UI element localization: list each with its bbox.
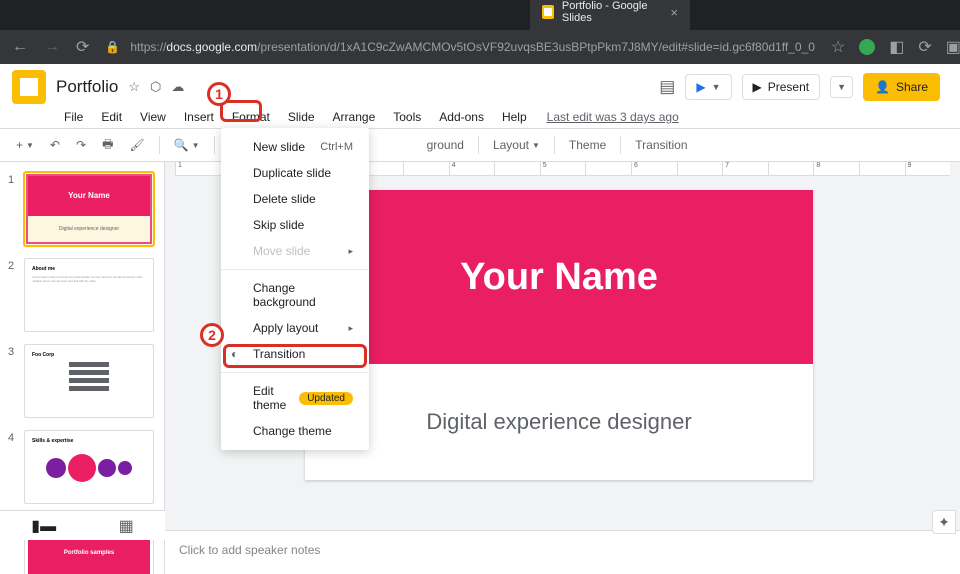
dd-apply-layout[interactable]: Apply layout▸ xyxy=(221,315,369,341)
slide-canvas[interactable]: Your Name Digital experience designer xyxy=(305,190,813,480)
dd-change-theme[interactable]: Change theme xyxy=(221,418,369,444)
menu-bar: File Edit View Insert Format Slide Arran… xyxy=(12,106,948,128)
slides-logo[interactable] xyxy=(12,70,46,104)
annotation-2: 2 xyxy=(200,323,224,347)
url-bar[interactable]: 🔒 https://docs.google.com/presentation/d… xyxy=(105,40,814,54)
filmstrip-view-icon[interactable]: ▮▬ xyxy=(31,516,56,536)
browser-extensions: ☆ ◧ ⟳ ▣ xyxy=(831,37,960,57)
layout-tool[interactable]: Layout▼ xyxy=(487,134,546,156)
menu-slide[interactable]: Slide xyxy=(280,106,323,128)
dd-change-bg[interactable]: Change background xyxy=(221,275,369,315)
transition-tool[interactable]: Transition xyxy=(629,134,693,156)
reload-icon[interactable]: ⟳ xyxy=(76,37,89,57)
grid-view-icon[interactable]: ▦ xyxy=(119,516,134,536)
comments-icon[interactable]: ▤ xyxy=(659,77,675,97)
slide-title: Your Name xyxy=(460,256,658,299)
menu-help[interactable]: Help xyxy=(494,106,535,128)
explore-button[interactable]: ✦ xyxy=(932,510,956,534)
slide-subtitle-area[interactable]: Digital experience designer xyxy=(305,364,813,480)
speaker-notes[interactable]: Click to add speaker notes xyxy=(165,530,960,574)
dd-skip[interactable]: Skip slide xyxy=(221,212,369,238)
present-button[interactable]: ▶Present xyxy=(742,74,821,100)
dd-transition[interactable]: ◐Transition xyxy=(221,341,369,367)
menu-insert[interactable]: Insert xyxy=(176,106,222,128)
slide-title-area[interactable]: Your Name xyxy=(305,190,813,364)
share-button[interactable]: 👤Share xyxy=(863,73,940,101)
url-text: https://docs.google.com/presentation/d/1… xyxy=(130,40,815,54)
dd-move: Move slide▸ xyxy=(221,238,369,264)
browser-tab[interactable]: Portfolio - Google Slides × xyxy=(530,0,690,30)
undo-tool[interactable]: ↶ xyxy=(44,134,66,156)
menu-format[interactable]: Format xyxy=(224,106,278,128)
menu-edit[interactable]: Edit xyxy=(93,106,130,128)
zoom-tool[interactable]: 🔍▼ xyxy=(168,134,206,156)
move-icon[interactable]: ⬡ xyxy=(150,79,161,95)
dd-duplicate[interactable]: Duplicate slide xyxy=(221,160,369,186)
new-slide-tool[interactable]: +▼ xyxy=(10,134,40,156)
slide-menu-dropdown: New slideCtrl+M Duplicate slide Delete s… xyxy=(221,128,369,450)
redo-tool[interactable]: ↷ xyxy=(70,134,92,156)
menu-addons[interactable]: Add-ons xyxy=(431,106,492,128)
back-icon[interactable]: ← xyxy=(12,38,28,56)
thumb-3[interactable]: 3 Foo Corp xyxy=(8,344,156,418)
dd-new-slide[interactable]: New slideCtrl+M xyxy=(221,134,369,160)
slides-favicon xyxy=(542,5,554,19)
bookmark-icon[interactable]: ☆ xyxy=(831,37,845,57)
doc-title[interactable]: Portfolio xyxy=(56,77,118,97)
updated-badge: Updated xyxy=(299,392,353,405)
menu-file[interactable]: File xyxy=(56,106,91,128)
menu-view[interactable]: View xyxy=(132,106,174,128)
cloud-icon[interactable]: ☁ xyxy=(171,79,184,95)
browser-toolbar: ← → ⟳ 🔒 https://docs.google.com/presenta… xyxy=(0,30,960,64)
theme-tool[interactable]: Theme xyxy=(563,134,612,156)
slide-subtitle: Digital experience designer xyxy=(426,409,691,435)
dd-edit-theme[interactable]: Edit themeUpdated xyxy=(221,378,369,418)
tab-title: Portfolio - Google Slides xyxy=(562,0,663,24)
lock-icon: 🔒 xyxy=(105,40,120,54)
paint-format-tool[interactable]: 🖌 xyxy=(123,134,150,156)
menu-arrange[interactable]: Arrange xyxy=(325,106,384,128)
annotation-1: 1 xyxy=(207,82,231,106)
toolbar: +▼ ↶ ↷ 🖶 🖌 🔍▼ ➤ 🅃 ground Layout▼ Theme T… xyxy=(0,128,960,162)
view-switcher: ▮▬ ▦ xyxy=(0,510,165,540)
extension-icon[interactable]: ▣ xyxy=(946,37,960,57)
star-icon[interactable]: ☆ xyxy=(128,79,140,95)
last-edit-link[interactable]: Last edit was 3 days ago xyxy=(547,110,679,124)
close-tab-icon[interactable]: × xyxy=(670,5,678,20)
menu-tools[interactable]: Tools xyxy=(385,106,429,128)
print-tool[interactable]: 🖶 xyxy=(96,131,119,160)
extension-icon[interactable] xyxy=(859,39,875,55)
dd-delete[interactable]: Delete slide xyxy=(221,186,369,212)
transition-icon: ◐ xyxy=(231,347,238,361)
browser-tabstrip: Portfolio - Google Slides × xyxy=(0,0,960,30)
slideshow-options-button[interactable]: ▶▼ xyxy=(685,74,731,100)
extension-icon[interactable]: ⟳ xyxy=(918,37,931,57)
background-tool[interactable]: ground xyxy=(421,134,470,156)
thumb-1[interactable]: 1 Your Name Digital experience designer xyxy=(8,172,156,246)
extension-icon[interactable]: ◧ xyxy=(889,37,904,57)
thumb-2[interactable]: 2 About me Lorem ipsum dolor sit amet te… xyxy=(8,258,156,332)
forward-icon[interactable]: → xyxy=(44,38,60,56)
notes-placeholder: Click to add speaker notes xyxy=(179,543,320,557)
present-caret-button[interactable]: ▼ xyxy=(830,76,853,98)
app-header: Portfolio ☆ ⬡ ☁ ▤ ▶▼ ▶Present ▼ 👤Share F… xyxy=(0,64,960,128)
thumb-4[interactable]: 4 Skills & expertise xyxy=(8,430,156,504)
